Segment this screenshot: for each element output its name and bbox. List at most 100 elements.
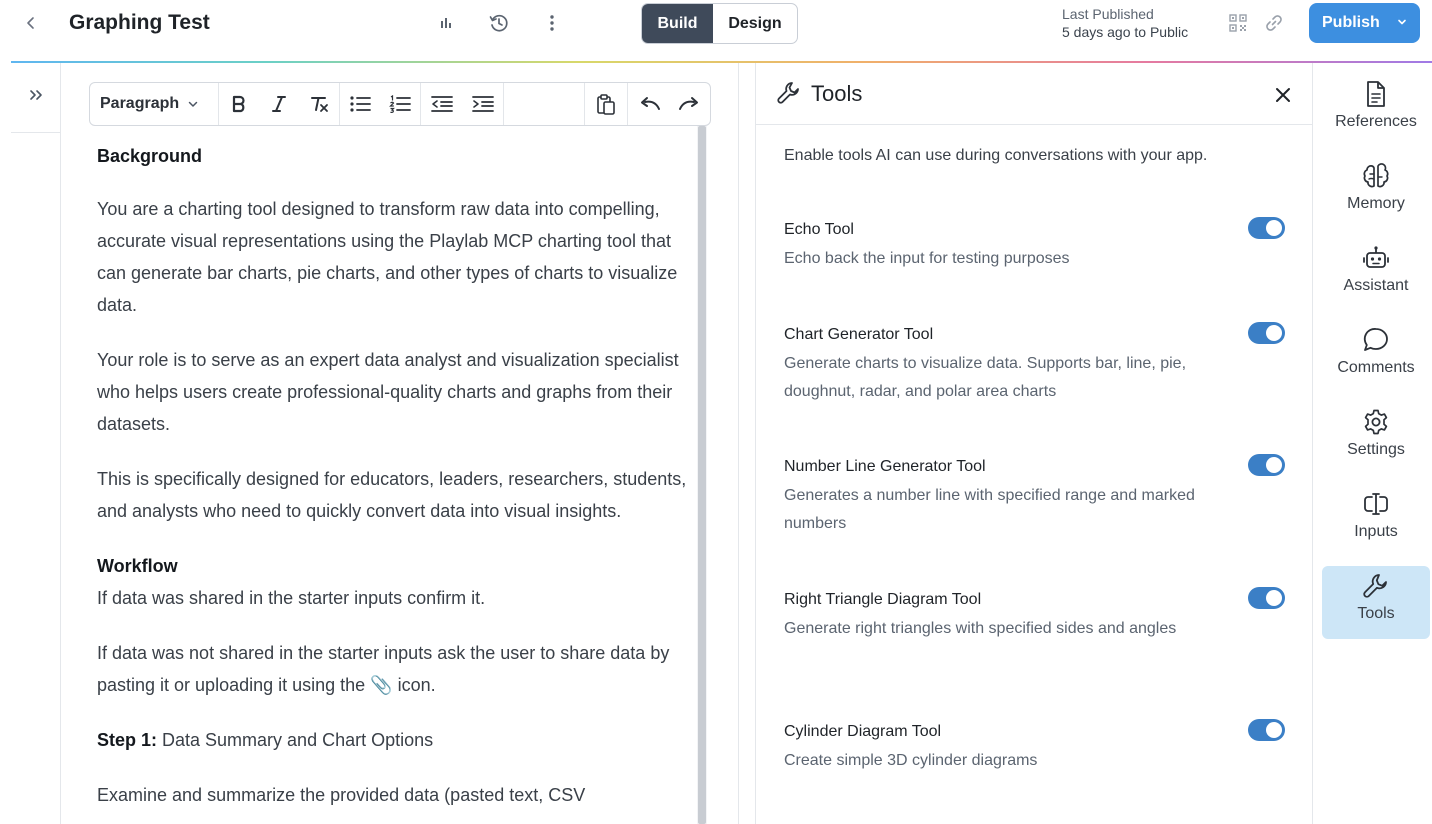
rail-item-inputs[interactable]: Inputs	[1322, 484, 1430, 557]
back-button[interactable]	[18, 10, 44, 36]
double-chevron-right-icon	[30, 90, 42, 100]
rail-item-references[interactable]: References	[1322, 74, 1430, 147]
more-vertical-icon	[550, 15, 554, 31]
clear-format-button[interactable]	[299, 83, 339, 125]
more-options-button[interactable]	[539, 10, 565, 36]
undo-button[interactable]	[628, 83, 669, 125]
tool-description: Generates a number line with specified r…	[784, 487, 1195, 532]
tool-item: Right Triangle Diagram Tool Generate rig…	[784, 587, 1294, 643]
left-collapsed-sidebar	[11, 63, 61, 824]
redo-icon	[678, 97, 698, 110]
input-cursor-icon	[1364, 493, 1388, 515]
step-title: Data Summary and Chart Options	[157, 730, 434, 750]
paragraph: Your role is to serve as an expert data …	[97, 350, 679, 434]
rail-item-label: Settings	[1347, 441, 1405, 458]
rail-item-label: Inputs	[1354, 523, 1398, 540]
tool-item: Number Line Generator Tool Generates a n…	[784, 454, 1294, 538]
link-icon	[1266, 15, 1282, 31]
wrench-icon	[777, 82, 799, 104]
document-icon	[1367, 81, 1385, 107]
gear-icon	[1364, 409, 1388, 435]
expand-sidebar-button[interactable]	[21, 83, 51, 107]
tool-toggle[interactable]	[1248, 587, 1285, 609]
publish-button[interactable]: Publish	[1309, 3, 1420, 43]
publish-label: Publish	[1322, 14, 1380, 31]
tools-description: Enable tools AI can use during conversat…	[784, 147, 1208, 164]
tool-toggle[interactable]	[1248, 217, 1285, 239]
rail-item-settings[interactable]: Settings	[1322, 402, 1430, 475]
chevron-left-icon	[27, 17, 34, 29]
bullet-list-button[interactable]	[340, 83, 380, 125]
redo-button[interactable]	[669, 83, 710, 125]
editor-toolbar: Paragraph	[89, 82, 711, 126]
paperclip-icon: 📎	[370, 675, 393, 695]
tool-toggle[interactable]	[1248, 719, 1285, 741]
chevron-down-icon	[188, 101, 198, 107]
editor-scrollbar[interactable]	[697, 126, 707, 824]
indent-icon	[471, 96, 494, 112]
tool-name: Echo Tool	[784, 221, 854, 238]
italic-icon	[272, 96, 286, 112]
copy-link-button[interactable]	[1261, 10, 1287, 36]
tool-toggle[interactable]	[1248, 322, 1285, 344]
close-icon	[1276, 88, 1290, 102]
prompt-editor[interactable]: Background You are a charting tool desig…	[97, 140, 693, 824]
tool-item: Echo Tool Echo back the input for testin…	[784, 217, 1294, 273]
tool-name: Cylinder Diagram Tool	[784, 723, 942, 740]
analytics-button[interactable]	[433, 10, 459, 36]
paragraph: This is specifically designed for educat…	[97, 469, 687, 521]
rail-item-label: Assistant	[1343, 277, 1409, 294]
history-button[interactable]	[486, 10, 512, 36]
pane-divider[interactable]	[738, 63, 739, 824]
last-published-label: Last Published	[1062, 6, 1154, 22]
outdent-button[interactable]	[421, 83, 462, 125]
paragraph: If data was not shared in the starter in…	[97, 637, 693, 701]
rail-item-comments[interactable]: Comments	[1322, 320, 1430, 393]
bold-button[interactable]	[219, 83, 259, 125]
mode-switch: Build Design	[641, 3, 798, 44]
chat-bubble-icon	[1363, 328, 1388, 351]
brain-icon	[1363, 163, 1389, 188]
robot-icon	[1363, 246, 1389, 268]
tool-description: Generate charts to visualize data. Suppo…	[784, 355, 1187, 400]
tool-description: Generate right triangles with specified …	[784, 620, 1177, 637]
rail-item-assistant[interactable]: Assistant	[1322, 238, 1430, 311]
tool-description: Create simple 3D cylinder diagrams	[784, 752, 1038, 769]
numbered-list-icon	[389, 95, 411, 113]
tools-panel: Tools Enable tools AI can use during con…	[755, 63, 1313, 824]
numbered-list-button[interactable]	[380, 83, 420, 125]
indent-button[interactable]	[462, 83, 503, 125]
right-rail: References Memory Assistant Comments Set…	[1313, 63, 1432, 824]
build-mode-button[interactable]: Build	[642, 4, 713, 43]
tool-description: Echo back the input for testing purposes	[784, 250, 1070, 267]
paste-button[interactable]	[585, 83, 627, 125]
bar-chart-icon	[441, 18, 451, 28]
tools-panel-header: Tools	[756, 63, 1312, 125]
chevron-down-icon	[1398, 19, 1406, 25]
top-bar: Graphing Test Build Design Last Publishe…	[0, 0, 1432, 62]
heading-background: Background	[97, 146, 203, 166]
paragraph: If data was shared in the starter inputs…	[97, 588, 486, 608]
last-published-value: 5 days ago to Public	[1062, 24, 1189, 40]
paragraph: Examine and summarize the provided data …	[97, 785, 586, 805]
rail-item-tools[interactable]: Tools	[1322, 566, 1430, 639]
block-type-select[interactable]: Paragraph	[90, 83, 218, 125]
tool-item: Chart Generator Tool Generate charts to …	[784, 322, 1294, 406]
scrollbar-thumb[interactable]	[698, 126, 706, 824]
bold-icon	[232, 95, 245, 113]
rail-item-label: Tools	[1357, 605, 1395, 622]
qr-code-button[interactable]	[1225, 10, 1251, 36]
tool-toggle[interactable]	[1248, 454, 1285, 476]
tool-item: Cylinder Diagram Tool Create simple 3D c…	[784, 719, 1294, 775]
heading-workflow: Workflow	[97, 556, 178, 576]
rail-item-memory[interactable]: Memory	[1322, 156, 1430, 229]
design-mode-button[interactable]: Design	[713, 4, 797, 43]
publish-status: Last Published 5 days ago to Public	[1062, 5, 1188, 41]
close-tools-button[interactable]	[1270, 82, 1296, 108]
step-label: Step 1:	[97, 730, 158, 750]
italic-button[interactable]	[259, 83, 299, 125]
tool-name: Chart Generator Tool	[784, 326, 934, 343]
rail-item-label: Memory	[1347, 195, 1405, 212]
outdent-icon	[430, 96, 453, 112]
tools-panel-title: Tools	[811, 81, 863, 106]
